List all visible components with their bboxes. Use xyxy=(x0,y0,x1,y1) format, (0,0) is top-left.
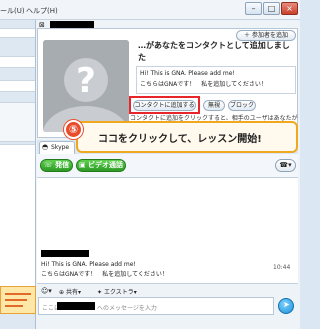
request-message-box: Hi! This is GNA. Please add me! こちらはGNAで… xyxy=(136,66,296,94)
menu-bar: ール(U) ヘルプ(H) – □ × xyxy=(0,0,300,20)
instruction-callout: ココをクリックして、レッスン開始! xyxy=(76,121,298,153)
phone-icon: ☏ xyxy=(43,161,56,169)
emoticon-icon[interactable]: ☺▾ xyxy=(41,287,52,295)
sidebar-row[interactable] xyxy=(0,102,35,142)
close-icon: × xyxy=(286,4,293,13)
notification-strip[interactable] xyxy=(0,286,36,314)
add-to-contacts-label: コンタクトに追加する xyxy=(134,102,195,109)
video-call-label: ビデオ通話 xyxy=(88,161,124,169)
avatar: ? xyxy=(43,40,129,132)
share-label: 共有 xyxy=(65,289,78,296)
maximize-icon: □ xyxy=(267,4,276,13)
block-label: ブロック xyxy=(229,102,254,109)
send-icon: ➤ xyxy=(283,300,290,309)
contacts-sidebar xyxy=(0,20,36,329)
input-placeholder: へのメッセージを入力 xyxy=(97,305,157,312)
request-title-suffix: た xyxy=(138,53,146,62)
video-call-button[interactable]: ▣ ビデオ通話 xyxy=(76,159,126,172)
share-icon: ⊕ xyxy=(59,289,65,296)
notification-line xyxy=(5,305,23,307)
request-message-line: Hi! This is GNA. Please add me! xyxy=(140,70,235,77)
request-message-line: こちらはGNAです！ 私を追加してください！ xyxy=(140,81,267,88)
puzzle-icon: ✦ xyxy=(97,289,103,296)
sidebar-row[interactable] xyxy=(0,56,35,68)
contact-list[interactable] xyxy=(0,144,35,294)
window-controls: – □ × xyxy=(245,2,298,15)
message-input[interactable]: ここに へのメッセージを入力 xyxy=(38,297,274,315)
add-people-button[interactable]: ＋ 参加者を追加 xyxy=(236,30,296,41)
tab-skype[interactable]: ◓ Skype xyxy=(39,141,75,154)
tab-skype-label: Skype xyxy=(51,144,70,151)
request-title: …があなたをコンタクトとして追加しまし xyxy=(138,41,290,50)
close-window-button[interactable]: × xyxy=(281,2,298,15)
redacted-recipient xyxy=(57,302,95,310)
video-camera-icon: ▣ xyxy=(78,161,89,169)
step-number: ⑤ xyxy=(68,123,79,136)
chat-history: Hi! This is GNA. Please add me! こちらはGNAで… xyxy=(37,178,298,284)
ignore-button[interactable]: 無視 xyxy=(203,100,225,111)
minimize-icon: – xyxy=(251,4,256,13)
menu-tools[interactable]: ール(U) xyxy=(0,6,25,16)
send-button[interactable]: ➤ xyxy=(278,298,294,314)
call-options-button[interactable]: ☎▾ xyxy=(275,159,296,172)
extras-menu[interactable]: ✦ エクストラ▾ xyxy=(97,287,137,296)
svg-text:?: ? xyxy=(76,61,96,101)
sidebar-row[interactable] xyxy=(0,28,35,38)
chat-bubble-icon: ◓ xyxy=(42,143,49,151)
call-button[interactable]: ☏ 発信 xyxy=(40,159,73,172)
callout-text: ココをクリックして、レッスン開始! xyxy=(98,134,262,145)
redacted-name xyxy=(50,21,94,28)
step-number-badge: ⑤ xyxy=(64,120,83,139)
maximize-button[interactable]: □ xyxy=(263,2,280,15)
notification-line xyxy=(5,299,27,301)
chat-message-line: Hi! This is GNA. Please add me! xyxy=(41,261,136,268)
ignore-label: 無視 xyxy=(207,102,220,109)
add-to-contacts-button[interactable]: コンタクトに追加する xyxy=(133,100,196,111)
call-options-icon: ☎▾ xyxy=(279,161,292,169)
block-button[interactable]: ブロック xyxy=(228,100,256,111)
message-toolbar: ☺▾ ⊕ 共有▾ ✦ エクストラ▾ xyxy=(37,285,298,297)
share-menu[interactable]: ⊕ 共有▾ xyxy=(59,287,81,296)
menu-help[interactable]: ヘルプ(H) xyxy=(26,6,58,16)
notification-line xyxy=(5,293,31,295)
chat-message-line: こちらはGNAです！ 私を追加してください！ xyxy=(41,271,168,278)
redacted-sender xyxy=(41,250,89,257)
sidebar-row[interactable] xyxy=(0,80,35,92)
call-label: 発信 xyxy=(55,161,70,169)
default-avatar-icon: ? xyxy=(43,40,129,132)
message-timestamp: 10:44 xyxy=(273,264,291,271)
extras-label: エクストラ xyxy=(103,289,134,296)
minimize-button[interactable]: – xyxy=(245,2,262,15)
add-people-label: ＋ 参加者を追加 xyxy=(244,32,288,39)
